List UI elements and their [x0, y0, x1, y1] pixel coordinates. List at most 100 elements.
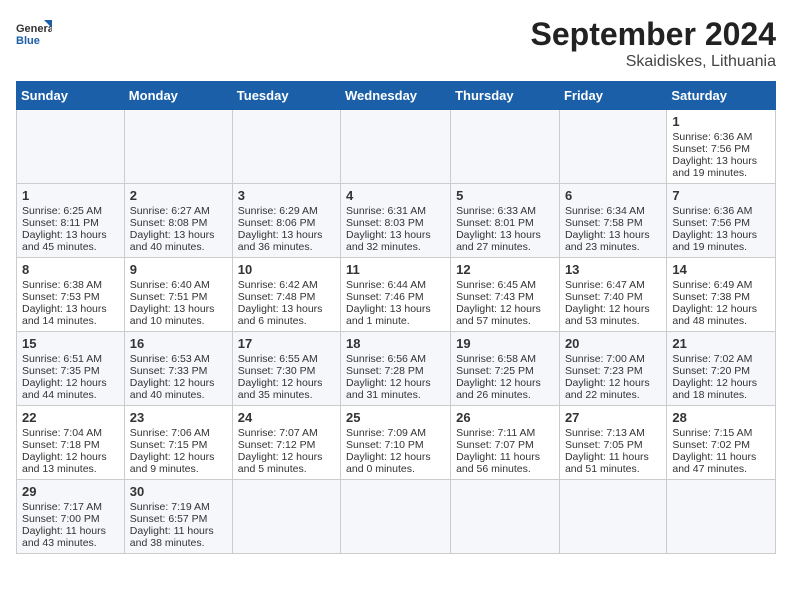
sunrise-text: Sunrise: 7:07 AM	[238, 427, 335, 439]
sunrise-text: Sunrise: 6:40 AM	[130, 279, 227, 291]
calendar-cell: 1Sunrise: 6:25 AMSunset: 8:11 PMDaylight…	[17, 184, 125, 258]
day-number: 3	[238, 188, 335, 203]
daylight-hours: Daylight: 13 hours	[565, 229, 661, 241]
daylight-minutes: and 51 minutes.	[565, 463, 661, 475]
calendar-cell: 9Sunrise: 6:40 AMSunset: 7:51 PMDaylight…	[124, 258, 232, 332]
sunset-text: Sunset: 7:56 PM	[672, 217, 770, 229]
calendar-cell: 26Sunrise: 7:11 AMSunset: 7:07 PMDayligh…	[451, 406, 560, 480]
title-block: September 2024 Skaidiskes, Lithuania	[531, 16, 776, 71]
daylight-hours: Daylight: 11 hours	[130, 525, 227, 537]
daylight-minutes: and 35 minutes.	[238, 389, 335, 401]
calendar-cell: 13Sunrise: 6:47 AMSunset: 7:40 PMDayligh…	[559, 258, 666, 332]
daylight-hours: Daylight: 12 hours	[238, 377, 335, 389]
daylight-hours: Daylight: 11 hours	[456, 451, 554, 463]
sunrise-text: Sunrise: 6:31 AM	[346, 205, 445, 217]
daylight-minutes: and 6 minutes.	[238, 315, 335, 327]
daylight-hours: Daylight: 12 hours	[346, 377, 445, 389]
daylight-minutes: and 19 minutes.	[672, 241, 770, 253]
sunrise-text: Sunrise: 6:53 AM	[130, 353, 227, 365]
daylight-hours: Daylight: 12 hours	[238, 451, 335, 463]
page-header: General Blue September 2024 Skaidiskes, …	[16, 16, 776, 71]
day-number: 8	[22, 262, 119, 277]
day-number: 1	[672, 114, 770, 129]
daylight-minutes: and 0 minutes.	[346, 463, 445, 475]
daylight-hours: Daylight: 12 hours	[22, 377, 119, 389]
sunset-text: Sunset: 7:43 PM	[456, 291, 554, 303]
sunrise-text: Sunrise: 7:15 AM	[672, 427, 770, 439]
sunrise-text: Sunrise: 6:36 AM	[672, 205, 770, 217]
day-number: 11	[346, 262, 445, 277]
daylight-minutes: and 19 minutes.	[672, 167, 770, 179]
sunrise-text: Sunrise: 7:04 AM	[22, 427, 119, 439]
sunset-text: Sunset: 8:11 PM	[22, 217, 119, 229]
sunrise-text: Sunrise: 7:09 AM	[346, 427, 445, 439]
sunrise-text: Sunrise: 6:45 AM	[456, 279, 554, 291]
calendar-cell	[232, 480, 340, 554]
sunset-text: Sunset: 8:01 PM	[456, 217, 554, 229]
sunset-text: Sunset: 7:10 PM	[346, 439, 445, 451]
sunrise-text: Sunrise: 6:56 AM	[346, 353, 445, 365]
sunrise-text: Sunrise: 6:49 AM	[672, 279, 770, 291]
day-number: 23	[130, 410, 227, 425]
day-number: 2	[130, 188, 227, 203]
location: Skaidiskes, Lithuania	[531, 53, 776, 71]
daylight-hours: Daylight: 11 hours	[22, 525, 119, 537]
sunrise-text: Sunrise: 6:38 AM	[22, 279, 119, 291]
daylight-minutes: and 48 minutes.	[672, 315, 770, 327]
sunrise-text: Sunrise: 6:33 AM	[456, 205, 554, 217]
day-number: 10	[238, 262, 335, 277]
daylight-hours: Daylight: 12 hours	[456, 377, 554, 389]
daylight-hours: Daylight: 13 hours	[238, 303, 335, 315]
sunset-text: Sunset: 7:53 PM	[22, 291, 119, 303]
calendar-cell	[451, 110, 560, 184]
daylight-minutes: and 14 minutes.	[22, 315, 119, 327]
daylight-minutes: and 40 minutes.	[130, 241, 227, 253]
daylight-hours: Daylight: 13 hours	[456, 229, 554, 241]
calendar-cell	[559, 480, 666, 554]
calendar-cell: 30Sunrise: 7:19 AMSunset: 6:57 PMDayligh…	[124, 480, 232, 554]
sunset-text: Sunset: 7:05 PM	[565, 439, 661, 451]
daylight-hours: Daylight: 13 hours	[672, 229, 770, 241]
svg-text:General: General	[16, 23, 52, 35]
calendar-cell: 17Sunrise: 6:55 AMSunset: 7:30 PMDayligh…	[232, 332, 340, 406]
daylight-hours: Daylight: 12 hours	[130, 377, 227, 389]
daylight-hours: Daylight: 13 hours	[130, 229, 227, 241]
daylight-hours: Daylight: 12 hours	[22, 451, 119, 463]
calendar-cell: 22Sunrise: 7:04 AMSunset: 7:18 PMDayligh…	[17, 406, 125, 480]
day-header-wednesday: Wednesday	[341, 82, 451, 110]
daylight-minutes: and 13 minutes.	[22, 463, 119, 475]
calendar-cell: 12Sunrise: 6:45 AMSunset: 7:43 PMDayligh…	[451, 258, 560, 332]
day-number: 14	[672, 262, 770, 277]
sunrise-text: Sunrise: 7:00 AM	[565, 353, 661, 365]
day-number: 13	[565, 262, 661, 277]
calendar-cell: 19Sunrise: 6:58 AMSunset: 7:25 PMDayligh…	[451, 332, 560, 406]
calendar-cell	[451, 480, 560, 554]
calendar-cell: 10Sunrise: 6:42 AMSunset: 7:48 PMDayligh…	[232, 258, 340, 332]
day-number: 1	[22, 188, 119, 203]
sunrise-text: Sunrise: 7:19 AM	[130, 501, 227, 513]
daylight-minutes: and 43 minutes.	[22, 537, 119, 549]
day-number: 28	[672, 410, 770, 425]
sunset-text: Sunset: 7:18 PM	[22, 439, 119, 451]
sunset-text: Sunset: 7:07 PM	[456, 439, 554, 451]
calendar-cell	[667, 480, 776, 554]
daylight-minutes: and 1 minute.	[346, 315, 445, 327]
sunset-text: Sunset: 7:30 PM	[238, 365, 335, 377]
day-number: 21	[672, 336, 770, 351]
day-number: 16	[130, 336, 227, 351]
daylight-minutes: and 44 minutes.	[22, 389, 119, 401]
days-header-row: SundayMondayTuesdayWednesdayThursdayFrid…	[17, 82, 776, 110]
day-number: 24	[238, 410, 335, 425]
day-header-tuesday: Tuesday	[232, 82, 340, 110]
daylight-minutes: and 57 minutes.	[456, 315, 554, 327]
day-number: 18	[346, 336, 445, 351]
sunset-text: Sunset: 7:40 PM	[565, 291, 661, 303]
day-number: 30	[130, 484, 227, 499]
sunrise-text: Sunrise: 7:06 AM	[130, 427, 227, 439]
daylight-hours: Daylight: 13 hours	[238, 229, 335, 241]
month-title: September 2024	[531, 16, 776, 53]
calendar-cell: 4Sunrise: 6:31 AMSunset: 8:03 PMDaylight…	[341, 184, 451, 258]
sunset-text: Sunset: 8:08 PM	[130, 217, 227, 229]
daylight-minutes: and 56 minutes.	[456, 463, 554, 475]
daylight-hours: Daylight: 12 hours	[346, 451, 445, 463]
